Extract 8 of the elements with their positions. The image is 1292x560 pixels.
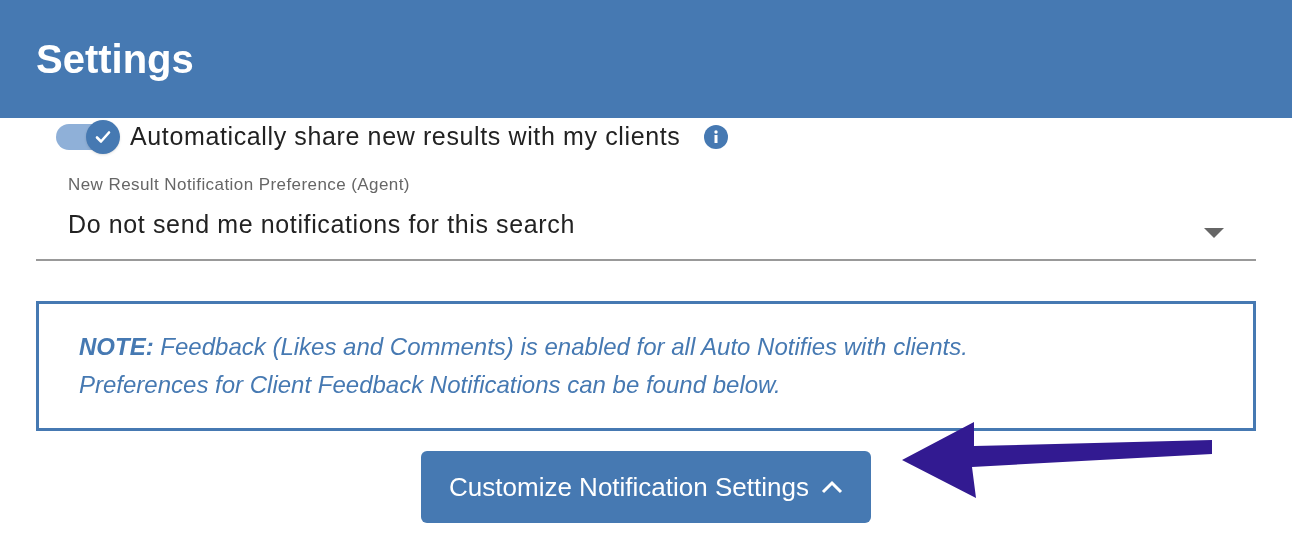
preference-select[interactable]: New Result Notification Preference (Agent) Do not send me notifications for this search [36, 172, 1256, 261]
page-title: Settings [36, 36, 194, 83]
info-icon[interactable] [704, 125, 729, 149]
toggle-label: Automatically share new results with my clients [130, 121, 681, 153]
customize-button[interactable]: Customize Notification Settings [421, 451, 871, 523]
note-text: NOTE: Feedback (Likes and Comments) is enabled for all Auto Notifies with clients. Preferences for Client Feedback Notifications can be found below. [79, 332, 969, 400]
dropdown-caret-icon [1204, 228, 1224, 238]
chevron-up-icon [820, 480, 843, 494]
